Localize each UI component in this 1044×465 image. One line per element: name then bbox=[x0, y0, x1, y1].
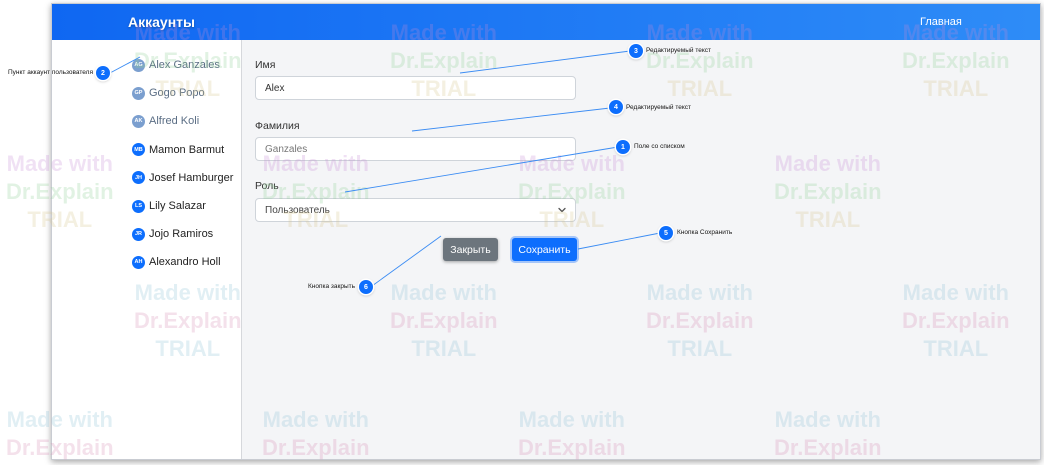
callout-label-5: Кнопка Сохранить bbox=[677, 229, 733, 236]
user-list-item[interactable]: GP Gogo Popo bbox=[132, 79, 233, 107]
callout-marker-5: 5 bbox=[659, 226, 673, 240]
user-avatar-icon: JH bbox=[132, 171, 145, 185]
user-name: Alex Ganzales bbox=[149, 59, 220, 72]
callout-label-6: Кнопка закрыть bbox=[308, 283, 356, 290]
callout-marker-6: 6 bbox=[359, 280, 373, 294]
user-list-item[interactable]: JR Jojo Ramiros bbox=[132, 220, 233, 248]
user-name: Alexandro Holl bbox=[149, 256, 221, 269]
role-select[interactable]: Пользователь bbox=[255, 198, 576, 222]
user-avatar-icon: JR bbox=[132, 227, 145, 241]
sidebar: AG Alex Ganzales GP Gogo Popo AK Alfred … bbox=[52, 40, 242, 459]
user-list-item[interactable]: MB Mamon Barmut bbox=[132, 136, 233, 164]
user-avatar-icon: GP bbox=[132, 86, 145, 100]
callout-label-1: Поле со списком bbox=[634, 143, 685, 150]
user-list-item[interactable]: AG Alex Ganzales bbox=[132, 51, 233, 79]
role-label: Роль bbox=[255, 180, 279, 192]
callout-label-4: Редактируемый текст bbox=[626, 104, 692, 111]
screenshot-stage: Аккаунты Главная AG Alex Ganzales GP Gog… bbox=[0, 0, 1044, 465]
callout-label-3: Редактируемый текст bbox=[646, 47, 712, 54]
user-list-item[interactable]: AH Alexandro Holl bbox=[132, 248, 233, 276]
user-list: AG Alex Ganzales GP Gogo Popo AK Alfred … bbox=[132, 51, 233, 277]
close-button[interactable]: Закрыть bbox=[443, 238, 498, 261]
user-list-item[interactable]: JH Josef Hamburger bbox=[132, 164, 233, 192]
user-avatar-icon: AK bbox=[132, 114, 145, 128]
callout-marker-1: 1 bbox=[616, 140, 630, 154]
nav-home-link[interactable]: Главная bbox=[920, 16, 962, 28]
app-window: Аккаунты Главная AG Alex Ganzales GP Gog… bbox=[51, 3, 1041, 460]
user-list-item[interactable]: AK Alfred Koli bbox=[132, 107, 233, 135]
app-title: Аккаунты bbox=[128, 14, 195, 30]
user-list-item[interactable]: LS Lily Salazar bbox=[132, 192, 233, 220]
user-name: Mamon Barmut bbox=[149, 143, 225, 156]
top-navbar: Аккаунты Главная bbox=[52, 4, 1040, 40]
callout-label-2: Пункт аккаунт пользователя bbox=[8, 69, 93, 76]
last-name-input[interactable] bbox=[255, 137, 576, 161]
user-avatar-icon: MB bbox=[132, 143, 145, 157]
user-name: Lily Salazar bbox=[149, 200, 206, 213]
chevron-down-icon bbox=[558, 207, 566, 213]
callout-marker-4: 4 bbox=[609, 100, 623, 114]
user-name: Jojo Ramiros bbox=[149, 228, 214, 241]
save-button[interactable]: Сохранить bbox=[512, 238, 577, 261]
role-select-value: Пользователь bbox=[265, 204, 330, 216]
first-name-label: Имя bbox=[255, 59, 276, 71]
callout-marker-2: 2 bbox=[96, 66, 110, 80]
user-avatar-icon: LS bbox=[132, 199, 145, 213]
user-name: Gogo Popo bbox=[149, 87, 205, 100]
first-name-input[interactable] bbox=[255, 76, 576, 100]
last-name-label: Фамилия bbox=[255, 120, 300, 132]
user-avatar-icon: AH bbox=[132, 255, 145, 269]
user-name: Josef Hamburger bbox=[149, 171, 234, 184]
callout-marker-3: 3 bbox=[629, 44, 643, 58]
user-name: Alfred Koli bbox=[149, 115, 200, 128]
user-avatar-icon: AG bbox=[132, 58, 145, 72]
